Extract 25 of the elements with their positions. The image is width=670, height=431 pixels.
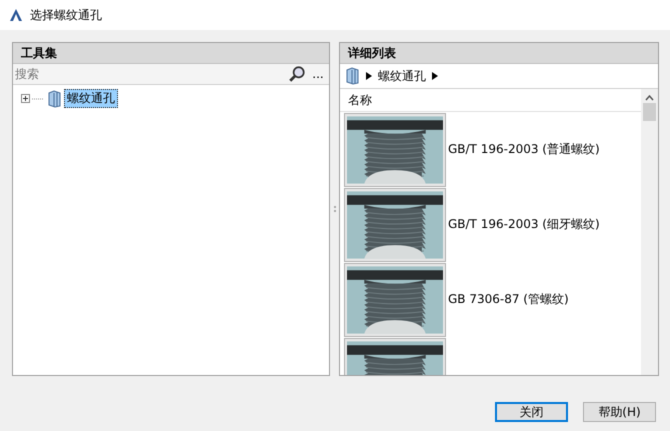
expand-icon[interactable]	[21, 94, 30, 103]
scroll-up-icon[interactable]	[645, 95, 654, 101]
part-icon	[344, 67, 360, 85]
more-button[interactable]: ...	[307, 67, 330, 81]
list-item-label[interactable]: GB/T 196-2003 (细牙螺纹)	[448, 216, 600, 233]
splitter-handle[interactable]	[334, 206, 336, 212]
panel-title: 详细列表	[340, 43, 658, 64]
column-header[interactable]: 名称	[340, 89, 641, 112]
search-field[interactable]: 搜索 ...	[13, 64, 330, 85]
panel-title: 工具集	[13, 43, 330, 64]
window-title: 选择螺纹通孔	[30, 6, 102, 24]
tree-item[interactable]: 螺纹通孔	[64, 89, 118, 108]
app-logo-icon	[10, 9, 22, 21]
list-item-label[interactable]: GB/T 196-2003 (普通螺纹)	[448, 141, 600, 158]
tree-line	[32, 98, 44, 100]
caret-icon[interactable]	[366, 72, 372, 80]
caret-icon[interactable]	[432, 72, 438, 80]
scrollbar[interactable]	[641, 89, 658, 375]
list-item-label[interactable]: GB 7306-87 (管螺纹)	[448, 291, 569, 308]
search-icon[interactable]	[287, 65, 308, 83]
dialog-button[interactable]: 帮助(H)	[583, 402, 656, 422]
scroll-thumb[interactable]	[643, 103, 656, 121]
part-icon	[46, 90, 62, 108]
breadcrumb-item[interactable]: 螺纹通孔	[378, 68, 426, 84]
dialog-button[interactable]: 关闭	[495, 402, 568, 422]
